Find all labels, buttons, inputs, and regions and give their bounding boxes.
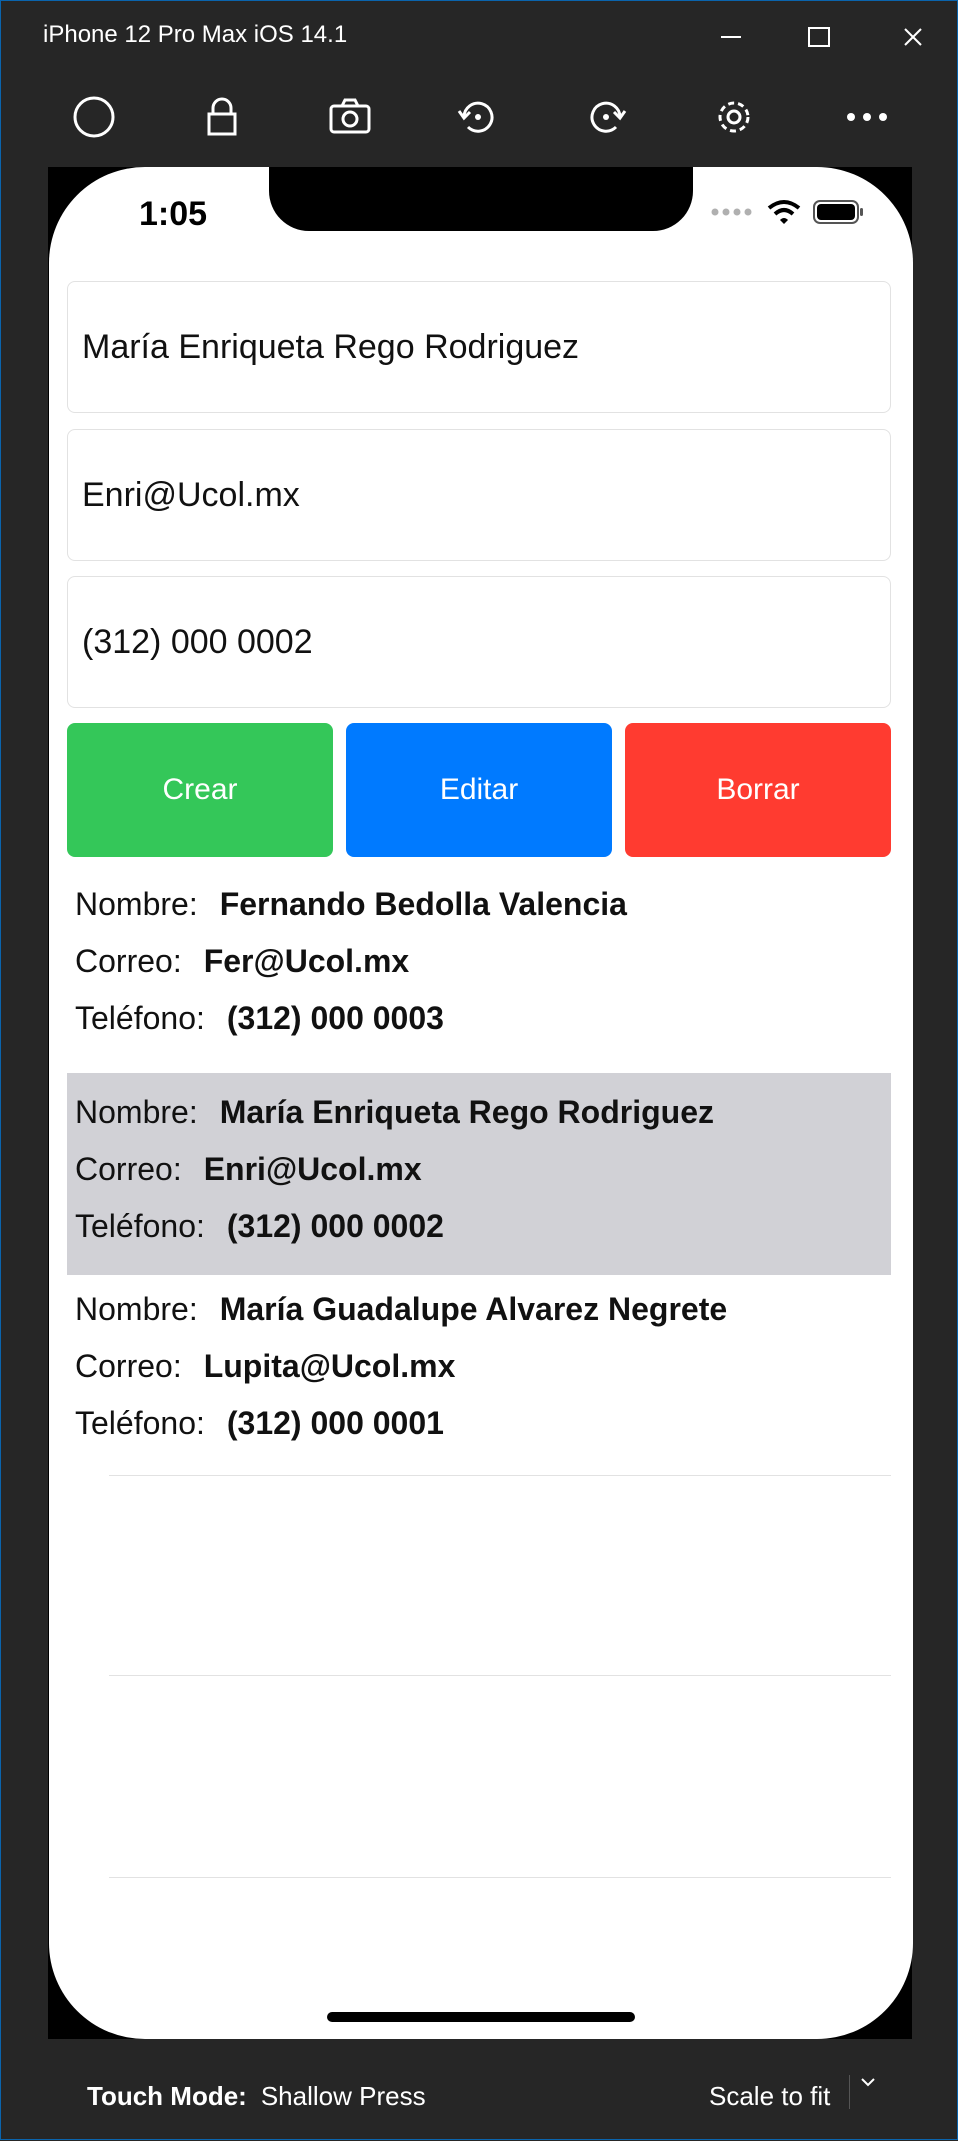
minimize-icon xyxy=(721,36,741,38)
name-label: Nombre: xyxy=(75,1291,198,1327)
close-button[interactable] xyxy=(893,17,933,57)
create-button[interactable]: Crear xyxy=(67,723,333,857)
contact-phone: (312) 000 0003 xyxy=(226,1000,444,1036)
email-input[interactable]: Enri@Ucol.mx xyxy=(67,429,891,561)
settings-icon xyxy=(718,101,750,133)
rotate-right-button[interactable] xyxy=(578,89,634,145)
battery-icon xyxy=(813,200,863,224)
contact-name: María Enriqueta Rego Rodriguez xyxy=(219,1094,714,1130)
touch-mode-label: Touch Mode: xyxy=(87,2081,247,2111)
rotate-left-icon xyxy=(457,101,494,133)
simulator-window: iPhone 12 Pro Max iOS 14.1 1:05 María En… xyxy=(0,0,958,2140)
close-icon xyxy=(904,28,922,46)
status-time: 1:05 xyxy=(139,195,208,233)
phone-label: Teléfono: xyxy=(75,1405,205,1441)
maximize-icon xyxy=(808,27,830,47)
scale-select[interactable]: Scale to fit xyxy=(709,2081,830,2112)
edit-button[interactable]: Editar xyxy=(346,723,612,857)
email-label: Correo: xyxy=(75,1151,182,1187)
footer-bar: Touch Mode: Shallow Press Scale to fit xyxy=(1,2051,957,2141)
contact-phone: (312) 000 0002 xyxy=(226,1208,444,1244)
phone-label: Teléfono: xyxy=(75,1208,205,1244)
email-label: Correo: xyxy=(75,943,182,979)
minimize-button[interactable] xyxy=(711,17,751,57)
contact-email: Lupita@Ucol.mx xyxy=(203,1348,456,1384)
contact-phone: (312) 000 0001 xyxy=(226,1405,444,1441)
scale-dropdown-button[interactable] xyxy=(849,2075,884,2109)
contact-row-selected[interactable]: Nombre: María Enriqueta Rego Rodriguez Co… xyxy=(67,1073,891,1275)
window-title: iPhone 12 Pro Max iOS 14.1 xyxy=(43,21,348,48)
contact-row[interactable]: Nombre: María Guadalupe Alvarez Negrete C… xyxy=(67,1281,891,1483)
wifi-icon xyxy=(767,200,801,224)
rotate-right-icon xyxy=(590,101,627,133)
contact-email: Enri@Ucol.mx xyxy=(203,1151,422,1187)
phone-input[interactable]: (312) 000 0002 xyxy=(67,576,891,708)
row-separator xyxy=(109,1877,891,1878)
contact-row[interactable]: Nombre: Fernando Bedolla Valencia Correo:… xyxy=(67,876,891,1078)
contact-name: María Guadalupe Alvarez Negrete xyxy=(219,1291,728,1327)
notch xyxy=(269,167,693,231)
rotate-left-button[interactable] xyxy=(450,89,506,145)
touch-mode-value: Shallow Press xyxy=(260,2081,426,2111)
status-icons xyxy=(711,197,865,227)
home-indicator[interactable] xyxy=(327,2012,635,2022)
email-label: Correo: xyxy=(75,1348,182,1384)
settings-button[interactable] xyxy=(706,89,762,145)
more-button[interactable] xyxy=(839,89,895,145)
home-icon xyxy=(73,96,115,138)
lock-icon xyxy=(207,97,237,136)
delete-button[interactable]: Borrar xyxy=(625,723,891,857)
screenshot-icon xyxy=(329,98,371,134)
screenshot-button[interactable] xyxy=(322,89,378,145)
phone-screen: 1:05 María Enriqueta Rego Rodriguez Enri… xyxy=(49,167,913,2039)
more-icon xyxy=(847,113,887,121)
chevron-down-icon xyxy=(861,2078,875,2087)
maximize-button[interactable] xyxy=(799,17,839,57)
home-button[interactable] xyxy=(66,89,122,145)
row-separator xyxy=(109,1475,891,1476)
toolbar xyxy=(1,81,957,153)
name-input[interactable]: María Enriqueta Rego Rodriguez xyxy=(67,281,891,413)
name-label: Nombre: xyxy=(75,1094,198,1130)
phone-label: Teléfono: xyxy=(75,1000,205,1036)
row-separator xyxy=(109,1675,891,1676)
lock-button[interactable] xyxy=(194,89,250,145)
contact-email: Fer@Ucol.mx xyxy=(203,943,410,979)
name-label: Nombre: xyxy=(75,886,198,922)
contact-name: Fernando Bedolla Valencia xyxy=(219,886,627,922)
signal-icon xyxy=(711,208,752,216)
touch-mode[interactable]: Touch Mode: Shallow Press xyxy=(87,2081,426,2112)
title-bar: iPhone 12 Pro Max iOS 14.1 xyxy=(1,1,957,73)
